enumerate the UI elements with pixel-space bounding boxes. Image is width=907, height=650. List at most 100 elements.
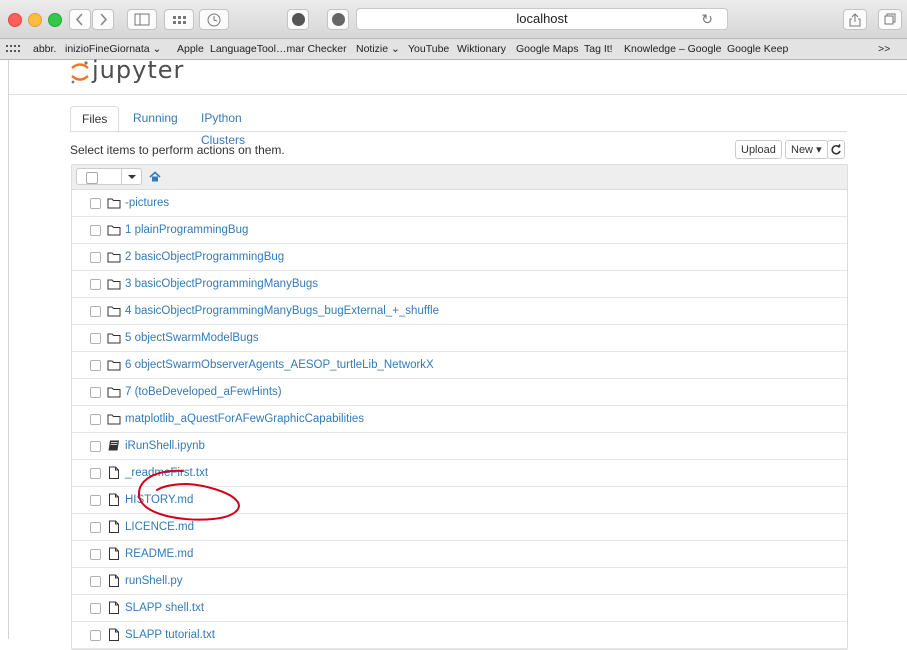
folder-icon [107,252,121,263]
row-checkbox[interactable] [90,414,101,425]
row-checkbox[interactable] [90,279,101,290]
share-button[interactable] [843,9,867,30]
refresh-button[interactable] [827,140,845,159]
grid-icon[interactable] [6,45,20,53]
bookmark-google-maps[interactable]: Google Maps [516,39,578,59]
bookmark-google-keep[interactable]: Google Keep [727,39,788,59]
history-button[interactable] [199,9,229,30]
new-label: New [791,144,814,156]
file-name-link[interactable]: _readmeFirst.txt [125,460,208,486]
home-icon[interactable] [149,171,161,182]
new-button[interactable]: New ▾ [785,140,828,159]
bookmark-abbr[interactable]: abbr. [33,39,56,59]
new-caret-icon: ▾ [816,144,822,156]
file-name-link[interactable]: -pictures [125,190,169,216]
file-name-link[interactable]: 6 objectSwarmObserverAgents_AESOP_turtle… [125,352,434,378]
row-checkbox[interactable] [90,468,101,479]
file-row[interactable]: iRunShell.ipynb [72,433,847,460]
file-row[interactable]: -pictures [72,190,847,217]
back-button[interactable] [69,9,91,30]
grid-icon [173,16,186,24]
row-checkbox[interactable] [90,441,101,452]
file-name-link[interactable]: 5 objectSwarmModelBugs [125,325,259,351]
file-name-link[interactable]: SLAPP shell.txt [125,595,204,621]
file-name-link[interactable]: runShell.py [125,568,183,594]
file-name-link[interactable]: 7 (toBeDeveloped_aFewHints) [125,379,282,405]
file-row[interactable]: 4 basicObjectProgrammingManyBugs_bugExte… [72,298,847,325]
extension-1-button[interactable] [287,9,309,30]
tab-ipython-clusters[interactable]: IPython Clusters [201,107,245,147]
file-name-link[interactable]: 1 plainProgrammingBug [125,217,248,243]
row-checkbox[interactable] [90,252,101,263]
chevron-right-icon [100,13,108,26]
file-row[interactable]: runShell.py [72,568,847,595]
file-row[interactable]: README.md [72,541,847,568]
file-name-link[interactable]: README.md [125,541,193,567]
row-checkbox[interactable] [90,630,101,641]
file-name-link[interactable]: LICENCE.md [125,514,194,540]
close-window-button[interactable] [8,13,22,27]
file-row[interactable]: 6 objectSwarmObserverAgents_AESOP_turtle… [72,352,847,379]
bookmark-wiktionary[interactable]: Wiktionary [457,39,506,59]
row-checkbox[interactable] [90,549,101,560]
file-name-link[interactable]: 2 basicObjectProgrammingBug [125,244,284,270]
browser-toolbar: localhost ↻ [0,0,907,39]
row-checkbox[interactable] [90,333,101,344]
row-checkbox[interactable] [90,198,101,209]
grammarly-icon [331,13,345,26]
address-bar[interactable]: localhost ↻ [356,8,728,30]
file-name-link[interactable]: iRunShell.ipynb [125,433,205,459]
row-checkbox[interactable] [90,495,101,506]
file-row[interactable]: 3 basicObjectProgrammingManyBugs [72,271,847,298]
row-checkbox[interactable] [90,522,101,533]
row-checkbox[interactable] [90,360,101,371]
file-icon [109,520,119,533]
upload-button[interactable]: Upload [735,140,782,159]
file-row[interactable]: SLAPP shell.txt [72,595,847,622]
file-row[interactable]: 7 (toBeDeveloped_aFewHints) [72,379,847,406]
tabs-icon [884,13,896,25]
zoom-window-button[interactable] [48,13,62,27]
file-row[interactable]: 1 plainProgrammingBug [72,217,847,244]
row-checkbox[interactable] [90,603,101,614]
caret-down-icon[interactable] [128,175,136,179]
file-name-link[interactable]: 4 basicObjectProgrammingManyBugs_bugExte… [125,298,439,324]
bookmark-youtube[interactable]: YouTube [408,39,449,59]
tab-files[interactable]: Files [70,106,120,133]
file-row[interactable]: LICENCE.md [72,514,847,541]
extension-2-button[interactable] [327,9,349,30]
row-checkbox[interactable] [90,306,101,317]
minimize-window-button[interactable] [28,13,42,27]
jupyter-logo-text: jupyter [92,56,185,84]
file-row[interactable]: _readmeFirst.txt [72,460,847,487]
bookmarks-overflow-button[interactable]: >> [878,39,890,59]
bookmark-languagetool[interactable]: LanguageTool…mar Checker [210,39,347,59]
reload-icon[interactable]: ↻ [701,9,713,29]
sidebar-icon [134,13,150,26]
selection-hint: Select items to perform actions on them. [70,143,285,157]
top-sites-button[interactable] [164,9,194,30]
select-all-dropdown[interactable] [76,168,142,185]
row-checkbox[interactable] [90,576,101,587]
row-checkbox[interactable] [90,225,101,236]
file-name-link[interactable]: matplotlib_aQuestForAFewGraphicCapabilit… [125,406,364,432]
folder-icon [107,387,121,398]
file-name-link[interactable]: 3 basicObjectProgrammingManyBugs [125,271,318,297]
tab-running[interactable]: Running [133,107,178,129]
sidebar-button[interactable] [127,9,157,30]
row-checkbox[interactable] [90,387,101,398]
bookmark-notizie[interactable]: Notizie ⌄ [356,39,400,59]
bookmark-knowledge-google[interactable]: Knowledge – Google [624,39,722,59]
file-row[interactable]: SLAPP tutorial.txt [72,622,847,649]
folder-icon [107,360,121,371]
file-row[interactable]: HISTORY.md [72,487,847,514]
bookmark-tag-it[interactable]: Tag It! [584,39,613,59]
file-row[interactable]: 2 basicObjectProgrammingBug [72,244,847,271]
file-row[interactable]: matplotlib_aQuestForAFewGraphicCapabilit… [72,406,847,433]
tabs-button[interactable] [878,9,902,30]
forward-button[interactable] [92,9,114,30]
select-all-checkbox[interactable] [86,172,98,184]
file-row[interactable]: 5 objectSwarmModelBugs [72,325,847,352]
file-name-link[interactable]: HISTORY.md [125,487,193,513]
file-name-link[interactable]: SLAPP tutorial.txt [125,622,215,648]
